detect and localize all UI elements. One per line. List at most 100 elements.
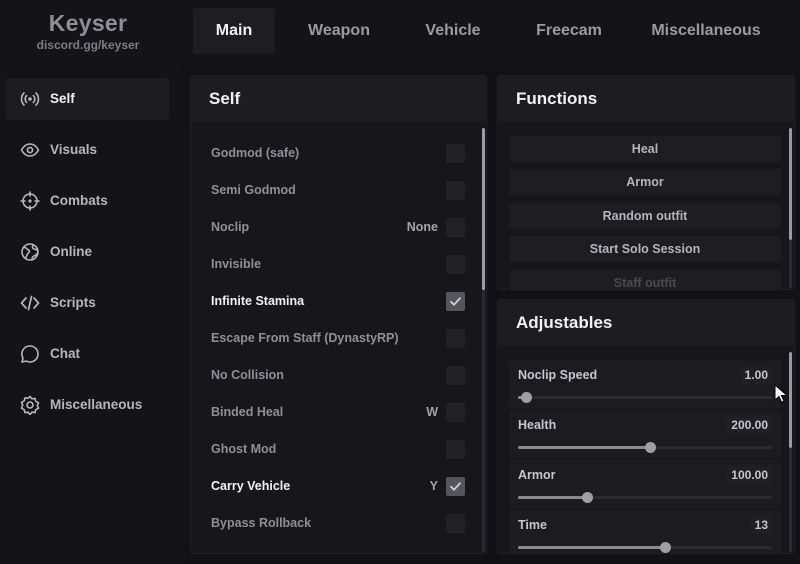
self-scrollbar-thumb[interactable] [482,128,485,290]
option-binded-heal[interactable]: Binded Heal W [191,394,486,431]
godmod-safe-checkbox[interactable] [446,144,465,163]
tab-main[interactable]: Main [193,8,275,54]
option-ghost-mod[interactable]: Ghost Mod [191,431,486,468]
slider-value: 200.00 [727,416,772,434]
slider-armor: Armor 100.00 [509,460,781,508]
option-label: Binded Heal [211,405,284,419]
staff-outfit-button[interactable]: Staff outfit [509,270,781,289]
option-bypass-rollback[interactable]: Bypass Rollback [191,505,486,542]
slider-value: 100.00 [727,466,772,484]
tab-vehicle[interactable]: Vehicle [408,8,498,54]
adjustables-scrollbar-thumb[interactable] [789,352,792,448]
mouse-cursor-icon [774,384,788,403]
armor-slider-thumb[interactable] [581,492,593,503]
functions-panel: Functions Heal Armor Random outfit Start… [497,75,795,290]
slider-health: Health 200.00 [509,410,781,458]
slider-fill [518,546,666,549]
ghost-mod-checkbox[interactable] [446,440,465,459]
sidebar-item-label: Chat [50,346,80,361]
option-noclip[interactable]: Noclip None [191,209,486,246]
bypass-rollback-checkbox[interactable] [446,514,465,533]
option-label: Invisible [211,257,262,271]
escape-from-staff-checkbox[interactable] [446,329,465,348]
slider-label: Time [518,518,547,532]
sidebar-item-label: Online [50,244,93,259]
option-label: Ghost Mod [211,442,277,456]
self-panel-title: Self [209,89,241,108]
slider-time: Time 13 [509,510,781,553]
app-subtitle: discord.gg/keyser [36,38,140,52]
option-escape-from-staff[interactable]: Escape From Staff (DynastyRP) [191,320,486,357]
option-label: Godmod (safe) [211,146,300,160]
time-slider-track[interactable] [518,542,772,553]
noclip-keybind[interactable]: None [407,209,438,246]
broadcast-icon [20,89,40,109]
sidebar-item-visuals[interactable]: Visuals [6,129,169,171]
infinite-stamina-checkbox[interactable] [446,292,465,311]
sidebar-item-label: Visuals [50,142,98,157]
option-label: No Collision [211,368,284,382]
option-carry-vehicle[interactable]: Carry Vehicle Y [191,468,486,505]
tab-freecam[interactable]: Freecam [518,8,620,54]
sidebar-item-online[interactable]: Online [6,231,169,273]
carry-vehicle-checkbox[interactable] [446,477,465,496]
heal-button[interactable]: Heal [509,136,781,162]
adjustables-panel: Adjustables Noclip Speed 1.00 Health 200… [497,299,795,554]
eye-icon [20,140,40,160]
chat-bubble-icon [20,344,40,364]
invisible-checkbox[interactable] [446,255,465,274]
random-outfit-button[interactable]: Random outfit [509,203,781,229]
armor-button[interactable]: Armor [509,169,781,195]
option-semi-godmod[interactable]: Semi Godmod [191,172,486,209]
slider-noclip-speed: Noclip Speed 1.00 [509,360,781,408]
sidebar-item-label: Scripts [50,295,96,310]
sidebar-item-chat[interactable]: Chat [6,333,169,375]
slider-fill [518,446,651,449]
slider-label: Armor [518,468,556,482]
sidebar-item-scripts[interactable]: Scripts [6,282,169,324]
tab-miscellaneous[interactable]: Miscellaneous [640,8,772,54]
option-label: Semi Godmod [211,183,296,197]
sidebar-item-label: Miscellaneous [50,397,143,412]
self-panel-header: Self [191,76,486,122]
slider-label: Health [518,418,557,432]
semi-godmod-checkbox[interactable] [446,181,465,200]
armor-slider-track[interactable] [518,492,772,503]
binded-heal-checkbox[interactable] [446,403,465,422]
slider-value: 13 [750,516,772,534]
noclip-speed-slider-thumb[interactable] [520,392,532,403]
binded-heal-keybind[interactable]: W [426,394,438,431]
option-label: Escape From Staff (DynastyRP) [211,331,399,345]
option-godmod-safe[interactable]: Godmod (safe) [191,135,486,172]
tab-weapon[interactable]: Weapon [290,8,388,54]
no-collision-checkbox[interactable] [446,366,465,385]
code-icon [20,293,40,313]
brand: Keyser discord.gg/keyser [0,0,176,66]
sidebar-item-combats[interactable]: Combats [6,180,169,222]
functions-scrollbar-thumb[interactable] [789,128,792,240]
top-bar: Keyser discord.gg/keyser Main Weapon Veh… [0,0,800,66]
start-solo-session-button[interactable]: Start Solo Session [509,236,781,262]
option-label: Infinite Stamina [211,294,305,308]
sidebar-item-self[interactable]: Self [6,78,169,120]
option-infinite-stamina[interactable]: Infinite Stamina [191,283,486,320]
crosshair-icon [20,191,40,211]
checkmark-icon [450,482,461,491]
sidebar-item-label: Self [50,91,75,106]
health-slider-track[interactable] [518,442,772,453]
option-no-collision[interactable]: No Collision [191,357,486,394]
globe-icon [20,242,40,262]
self-panel: Self Godmod (safe) Semi Godmod Noclip No… [190,75,487,554]
sidebar-item-label: Combats [50,193,108,208]
option-label: Carry Vehicle [211,479,291,493]
noclip-checkbox[interactable] [446,218,465,237]
carry-vehicle-keybind[interactable]: Y [430,468,438,505]
noclip-speed-slider-track[interactable] [518,392,772,403]
option-label: Noclip [211,220,250,234]
health-slider-thumb[interactable] [645,442,657,453]
sidebar-item-miscellaneous[interactable]: Miscellaneous [6,384,169,426]
option-invisible[interactable]: Invisible [191,246,486,283]
self-options-list: Godmod (safe) Semi Godmod Noclip None In… [191,132,486,553]
gear-icon [20,395,40,415]
slider-fill [518,496,587,499]
